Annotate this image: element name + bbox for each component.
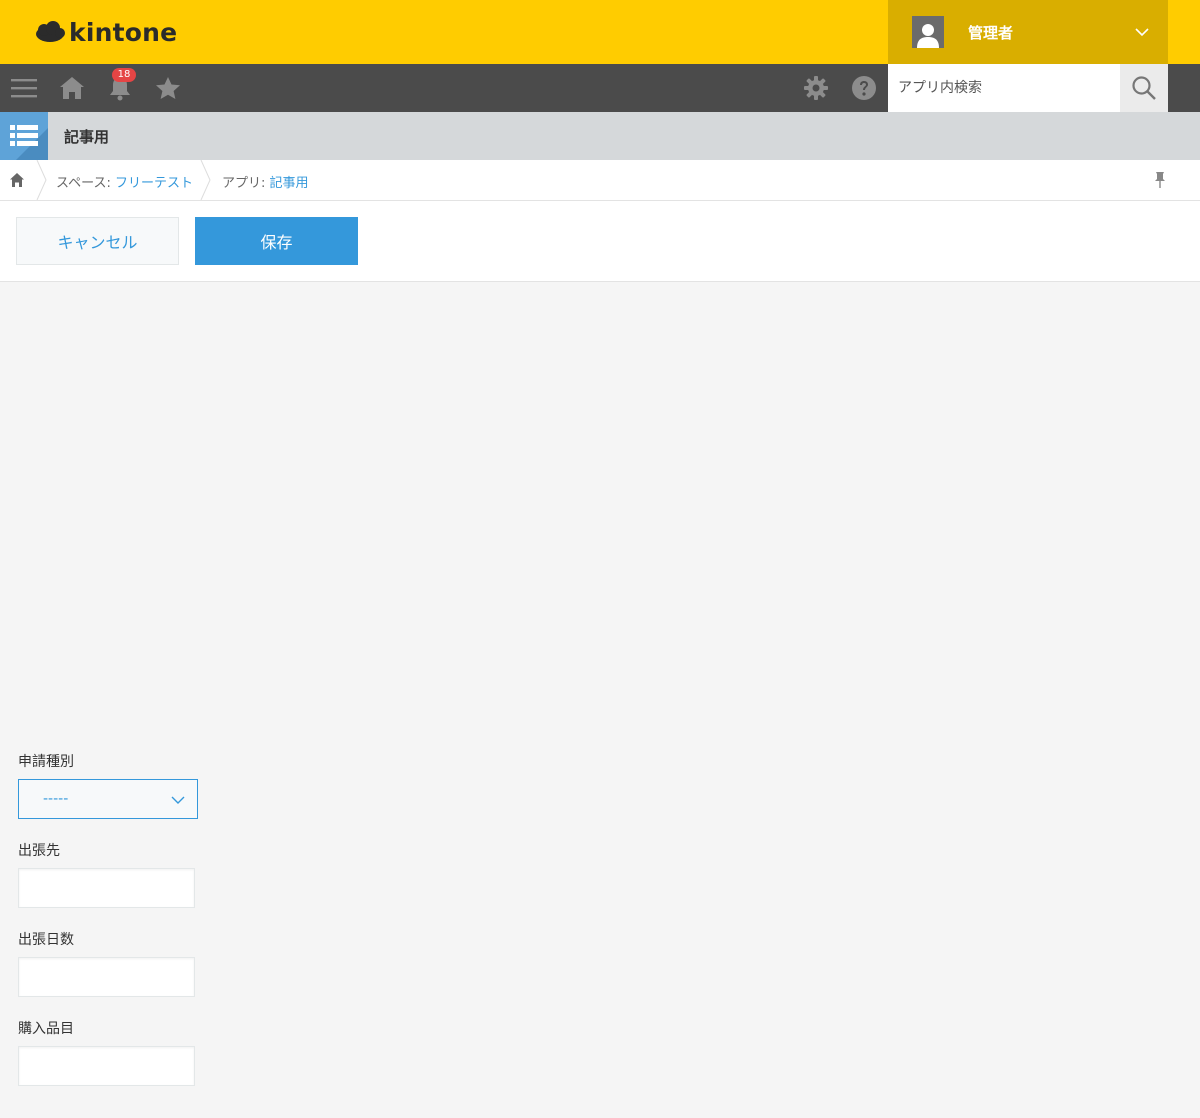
destination-input[interactable]	[18, 868, 195, 908]
notification-badge: 18	[112, 68, 136, 82]
breadcrumb: スペース: フリーテスト アプリ: 記事用	[0, 159, 1200, 201]
field-label-trip-days: 出張日数	[18, 932, 74, 948]
breadcrumb-separator-icon	[200, 159, 212, 201]
trip-days-input[interactable]	[18, 957, 195, 997]
field-label-destination: 出張先	[18, 843, 60, 859]
breadcrumb-app: アプリ: 記事用	[222, 172, 309, 191]
request-type-dropdown[interactable]: -----	[18, 779, 198, 819]
search-icon	[1131, 75, 1157, 101]
record-action-bar: キャンセル 保存	[0, 201, 1200, 282]
breadcrumb-app-link[interactable]: 記事用	[270, 176, 309, 191]
logo-text: kintone	[69, 17, 178, 47]
app-title-bar: 記事用	[0, 112, 1200, 160]
pin-icon[interactable]	[1152, 171, 1168, 189]
breadcrumb-space-label: スペース:	[56, 176, 115, 191]
breadcrumb-space-link[interactable]: フリーテスト	[115, 176, 193, 191]
star-icon[interactable]	[154, 74, 182, 102]
user-name: 管理者	[968, 23, 1014, 42]
purchase-items-input[interactable]	[18, 1046, 195, 1086]
cloud-logo-icon	[34, 20, 66, 44]
user-menu[interactable]: 管理者	[888, 0, 1168, 64]
chevron-down-icon	[1134, 24, 1150, 40]
field-label-purchase-items: 購入品目	[18, 1021, 74, 1037]
app-list-icon	[0, 112, 48, 160]
breadcrumb-home-icon[interactable]	[9, 172, 25, 188]
field-label-request-type: 申請種別	[18, 754, 74, 770]
dropdown-selected-value: -----	[43, 791, 69, 807]
chevron-down-icon	[171, 792, 185, 806]
help-icon[interactable]	[850, 74, 878, 102]
breadcrumb-space: スペース: フリーテスト	[56, 172, 193, 191]
gear-icon[interactable]	[802, 74, 830, 102]
home-icon[interactable]	[58, 74, 86, 102]
app-title: 記事用	[64, 128, 110, 146]
search-button[interactable]	[1120, 64, 1168, 112]
breadcrumb-app-label: アプリ:	[222, 176, 270, 191]
menu-icon[interactable]	[10, 74, 38, 102]
top-header: kintone 管理者	[0, 0, 1200, 64]
breadcrumb-separator-icon	[36, 159, 48, 201]
user-avatar-icon	[912, 16, 944, 48]
kintone-logo[interactable]: kintone	[34, 16, 177, 48]
app-search-input[interactable]	[888, 64, 1120, 112]
save-button[interactable]: 保存	[195, 217, 358, 265]
cancel-button[interactable]: キャンセル	[16, 217, 179, 265]
